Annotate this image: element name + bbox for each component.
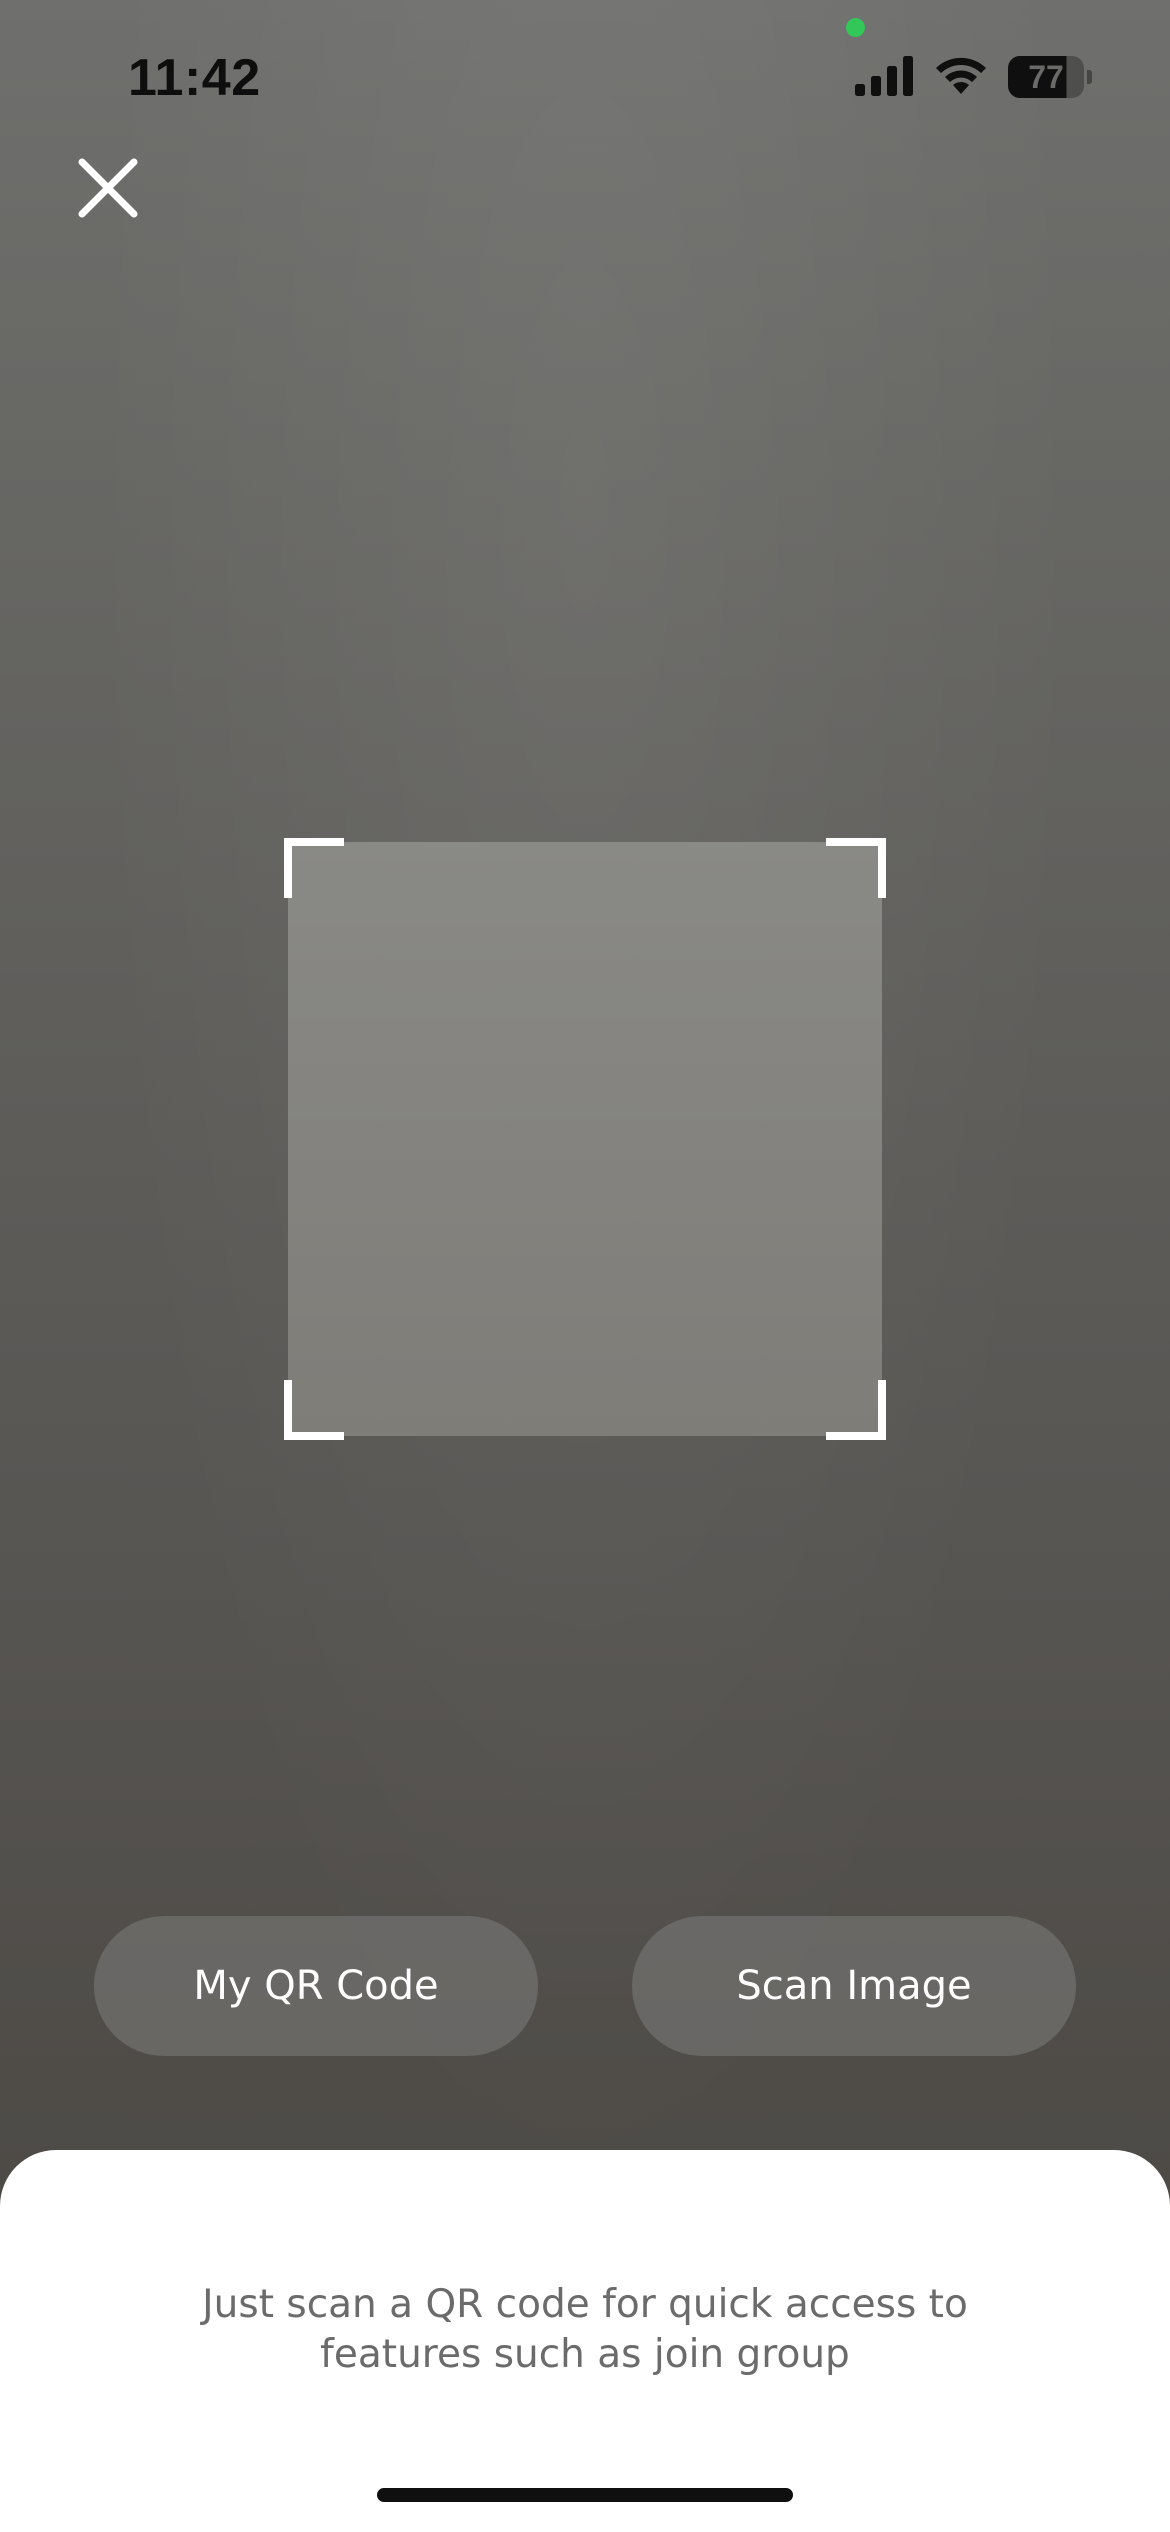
- sheet-message: Just scan a QR code for quick access to …: [135, 2280, 1035, 2380]
- scan-frame: [284, 838, 886, 1440]
- close-button[interactable]: [60, 142, 156, 238]
- info-sheet: Just scan a QR code for quick access to …: [0, 2150, 1170, 2532]
- scan-image-button[interactable]: Scan Image: [632, 1916, 1076, 2056]
- battery-level: 77: [1028, 59, 1064, 95]
- home-indicator[interactable]: [377, 2488, 793, 2502]
- sheet-message-line-1: Just scan a QR code for quick access to: [202, 2282, 968, 2327]
- battery-tip: [1087, 70, 1092, 84]
- status-time: 11:42: [128, 49, 261, 107]
- battery-icon: 77: [1008, 56, 1092, 98]
- scan-corner-top-left: [284, 838, 344, 898]
- signal-icon: [855, 56, 913, 96]
- wifi-icon: [934, 54, 988, 96]
- status-bar: 11:42 77: [0, 0, 1170, 150]
- sheet-message-line-2: features such as join group: [320, 2332, 850, 2377]
- camera-in-use-indicator: [846, 18, 865, 37]
- scan-corner-bottom-right: [826, 1380, 886, 1440]
- my-qr-code-button[interactable]: My QR Code: [94, 1916, 538, 2056]
- scan-window: [288, 842, 882, 1436]
- scan-corner-top-right: [826, 838, 886, 898]
- scan-corner-bottom-left: [284, 1380, 344, 1440]
- close-icon: [78, 158, 138, 218]
